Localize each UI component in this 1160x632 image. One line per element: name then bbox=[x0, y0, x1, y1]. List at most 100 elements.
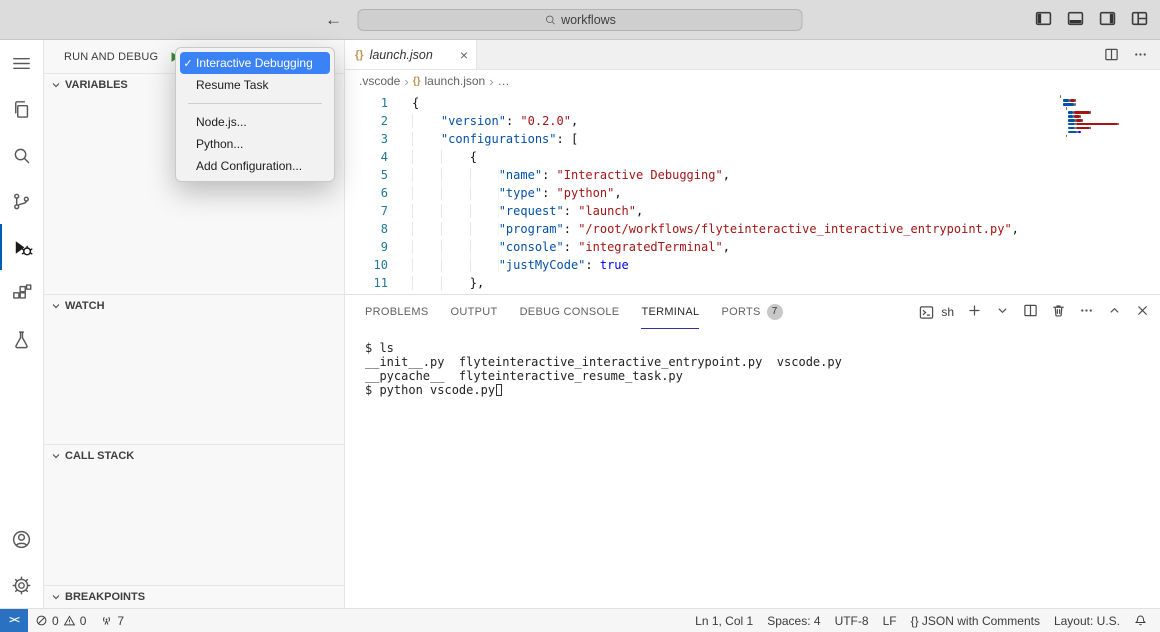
status-encoding[interactable]: UTF-8 bbox=[828, 609, 876, 632]
panel-tab-label: PORTS bbox=[721, 306, 760, 318]
chevron-down-button[interactable] bbox=[995, 303, 1010, 321]
panel-tab-ports[interactable]: PORTS7 bbox=[721, 295, 782, 329]
line-content: "request": "launch", bbox=[388, 202, 643, 220]
minimap-line bbox=[1060, 123, 1146, 126]
panel-actions: sh bbox=[919, 303, 1150, 321]
layout-controls bbox=[1035, 0, 1148, 40]
breadcrumb-folder[interactable]: .vscode bbox=[359, 74, 400, 88]
shell-label[interactable]: sh bbox=[941, 305, 954, 319]
split-button[interactable] bbox=[1023, 303, 1038, 321]
menu-item-interactive-debugging[interactable]: ✓Interactive Debugging bbox=[180, 52, 330, 74]
menu-item-add-configuration[interactable]: ✓Add Configuration... bbox=[180, 155, 330, 177]
line-number: 11 bbox=[345, 274, 388, 292]
minimap[interactable] bbox=[1060, 95, 1146, 139]
activity-item-settings[interactable] bbox=[0, 562, 43, 608]
menu-item-resume-task[interactable]: ✓Resume Task bbox=[180, 74, 330, 96]
breadcrumb-symbol[interactable]: … bbox=[498, 74, 510, 88]
menu-item-label: Add Configuration... bbox=[196, 159, 302, 173]
call-stack-body bbox=[44, 467, 344, 585]
panel-tab-label: PROBLEMS bbox=[365, 306, 429, 318]
activity-item-search[interactable] bbox=[0, 132, 43, 178]
trash-button[interactable] bbox=[1051, 303, 1066, 321]
code-lines: 1{2 "version": "0.2.0",3 "configurations… bbox=[345, 94, 1160, 292]
code-line: 4 { bbox=[345, 148, 1160, 166]
menu-item-label: Python... bbox=[196, 137, 243, 151]
editor-column: {} launch.json × .vscode › {} launch bbox=[345, 40, 1160, 608]
remote-indicator[interactable]: >< bbox=[0, 609, 28, 632]
code-line: 11 }, bbox=[345, 274, 1160, 292]
split-editor-icon[interactable] bbox=[1104, 47, 1119, 62]
bottom-panel: PROBLEMS OUTPUT DEBUG CONSOLE TERMINAL PORTS… bbox=[345, 294, 1160, 608]
line-number: 7 bbox=[345, 202, 388, 220]
menu-icon bbox=[10, 52, 33, 75]
code-line: 3 "configurations": [ bbox=[345, 130, 1160, 148]
line-content: "name": "Interactive Debugging", bbox=[388, 166, 730, 184]
status-indentation[interactable]: Spaces: 4 bbox=[760, 609, 827, 632]
minimap-line bbox=[1060, 119, 1146, 122]
line-content: "configurations": [ bbox=[388, 130, 578, 148]
split-icon bbox=[1023, 303, 1038, 318]
code-line: 6 "type": "python", bbox=[345, 184, 1160, 202]
terminal-icon bbox=[919, 305, 934, 320]
ellipsis-button[interactable] bbox=[1079, 303, 1094, 321]
activity-item-source-control[interactable] bbox=[0, 178, 43, 224]
menu-item-python[interactable]: ✓Python... bbox=[180, 133, 330, 155]
chevron-up-button[interactable] bbox=[1107, 303, 1122, 321]
panel-tab-output[interactable]: OUTPUT bbox=[451, 295, 498, 329]
panel-tab-problems[interactable]: PROBLEMS bbox=[365, 295, 429, 329]
more-actions-icon[interactable] bbox=[1133, 47, 1148, 62]
code-editor[interactable]: 1{2 "version": "0.2.0",3 "configurations… bbox=[345, 92, 1160, 294]
activity-item-run-and-debug[interactable] bbox=[0, 224, 43, 270]
terminal-content[interactable]: $ ls__init__.py flyteinteractive_interac… bbox=[345, 329, 1160, 608]
panel-tab-terminal[interactable]: TERMINAL bbox=[641, 295, 699, 329]
main-area: RUN AND DEBUG VARIABLES WATCH bbox=[0, 40, 1160, 608]
status-keyboard-layout[interactable]: Layout: U.S. bbox=[1047, 609, 1127, 632]
notifications-bell[interactable] bbox=[1127, 609, 1154, 632]
status-eol[interactable]: LF bbox=[876, 609, 904, 632]
menu-item-node-js[interactable]: ✓Node.js... bbox=[180, 111, 330, 133]
close-tab-icon[interactable]: × bbox=[460, 47, 468, 63]
activity-item-account[interactable] bbox=[0, 516, 43, 562]
tab-launch-json[interactable]: {} launch.json × bbox=[345, 40, 477, 69]
run-and-debug-icon bbox=[11, 236, 34, 259]
status-cursor-position[interactable]: Ln 1, Col 1 bbox=[688, 609, 760, 632]
ports-status[interactable]: 7 bbox=[93, 609, 131, 632]
chevron-down-icon bbox=[995, 303, 1010, 318]
line-content: "justMyCode": true bbox=[388, 256, 629, 274]
activity-bar bbox=[0, 40, 44, 608]
minimap-line bbox=[1060, 127, 1146, 130]
source-control-icon bbox=[10, 190, 33, 213]
close-button[interactable] bbox=[1135, 303, 1150, 321]
layout-panel-bottom-button[interactable] bbox=[1067, 10, 1084, 30]
breadcrumb-file[interactable]: launch.json bbox=[425, 74, 486, 88]
forwarded-ports-count: 7 bbox=[117, 614, 124, 628]
line-content: { bbox=[388, 94, 419, 112]
call-stack-header[interactable]: CALL STACK bbox=[44, 445, 344, 467]
status-language-mode[interactable]: {} JSON with Comments bbox=[904, 609, 1047, 632]
breakpoints-header[interactable]: BREAKPOINTS bbox=[44, 586, 344, 608]
command-center-search[interactable]: workflows bbox=[358, 9, 803, 31]
layout-sidebar-right-button[interactable] bbox=[1099, 10, 1116, 30]
watch-header[interactable]: WATCH bbox=[44, 295, 344, 317]
activity-item-extensions[interactable] bbox=[0, 270, 43, 316]
layout-customize-button[interactable] bbox=[1131, 10, 1148, 30]
activity-item-menu[interactable] bbox=[0, 40, 43, 86]
line-content: "type": "python", bbox=[388, 184, 622, 202]
terminal-line: __pycache__ flyteinteractive_resume_task… bbox=[365, 369, 1160, 383]
line-content: "console": "integratedTerminal", bbox=[388, 238, 730, 256]
problems-status[interactable]: 0 0 bbox=[28, 609, 93, 632]
plus-button[interactable] bbox=[967, 303, 982, 321]
line-number: 10 bbox=[345, 256, 388, 274]
layout-sidebar-left-button[interactable] bbox=[1035, 10, 1052, 30]
trash-icon bbox=[1051, 303, 1066, 318]
panel-tab-debug-console[interactable]: DEBUG CONSOLE bbox=[520, 295, 620, 329]
menu-item-label: Interactive Debugging bbox=[196, 56, 313, 70]
panel-tab-label: OUTPUT bbox=[451, 306, 498, 318]
activity-item-explorer[interactable] bbox=[0, 86, 43, 132]
account-icon bbox=[10, 528, 33, 551]
minimap-line bbox=[1060, 135, 1146, 138]
minimap-line bbox=[1060, 115, 1146, 118]
activity-item-testing[interactable] bbox=[0, 316, 43, 362]
back-button[interactable]: ← bbox=[325, 10, 342, 30]
code-line: 10 "justMyCode": true bbox=[345, 256, 1160, 274]
